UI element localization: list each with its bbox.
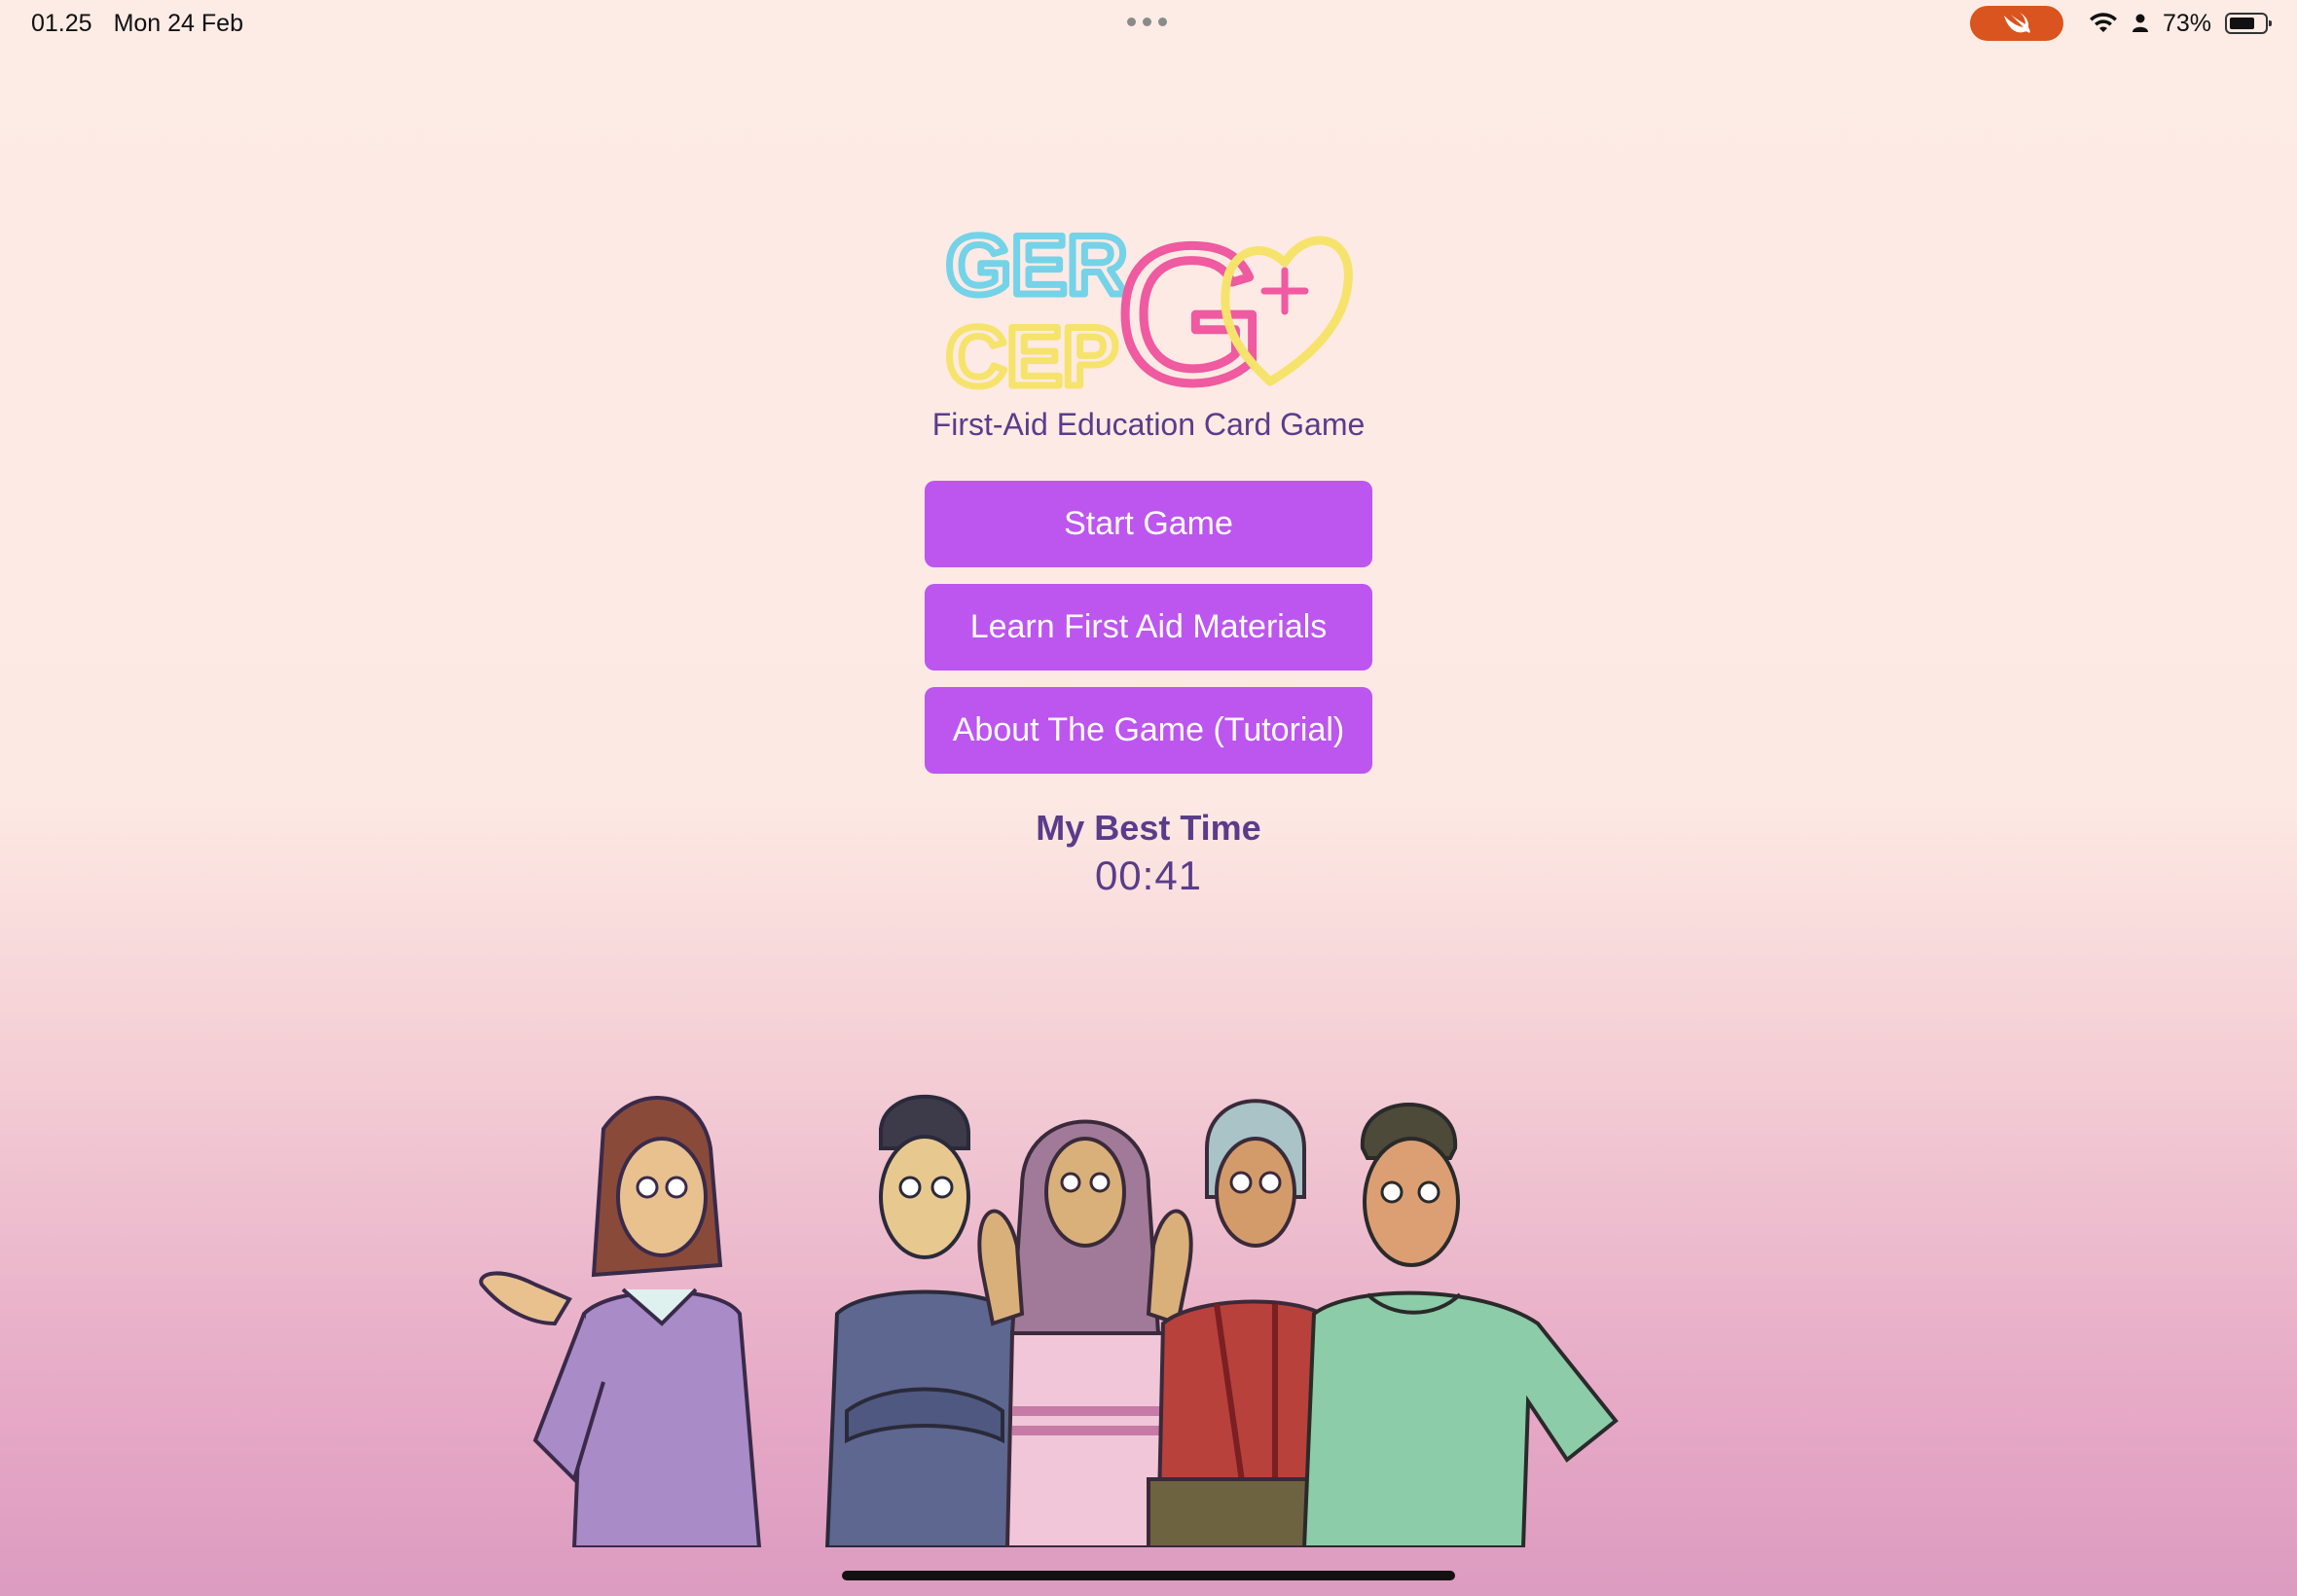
home-indicator[interactable] xyxy=(842,1571,1455,1580)
characters-illustration xyxy=(479,1094,1619,1547)
logo-line2: CEP xyxy=(946,310,1118,399)
character-woman-purple xyxy=(479,1095,762,1547)
status-time: 01.25 xyxy=(31,10,92,37)
swift-icon xyxy=(2003,13,2030,33)
battery-icon xyxy=(2225,13,2272,34)
battery-percent: 73% xyxy=(2162,9,2211,37)
learn-first-aid-button[interactable]: Learn First Aid Materials xyxy=(925,584,1372,671)
main-menu: Start Game Learn First Aid Materials Abo… xyxy=(925,481,1372,790)
swift-recording-pill[interactable] xyxy=(1969,6,2063,41)
logo-line1: GER xyxy=(946,219,1127,312)
best-time-label: My Best Time xyxy=(1036,808,1261,848)
best-time-value: 00:41 xyxy=(1094,852,1203,898)
start-game-button[interactable]: Start Game xyxy=(925,481,1372,567)
subtitle: First-Aid Education Card Game xyxy=(931,407,1366,442)
status-right: 73% xyxy=(1969,6,2272,41)
status-left: 01.25 Mon 24 Feb xyxy=(31,10,243,38)
battery-fill xyxy=(2230,18,2254,29)
logo-big-letter: G xyxy=(1115,214,1267,399)
wifi-icon xyxy=(2089,13,2117,32)
multitasking-dots[interactable] xyxy=(1127,18,1167,26)
person-icon xyxy=(2132,14,2148,32)
character-man-green xyxy=(1301,1103,1619,1547)
dot xyxy=(1127,18,1136,26)
dot xyxy=(1143,18,1151,26)
status-date: Mon 24 Feb xyxy=(113,10,243,37)
gercepgo-logo: GER CEP G xyxy=(944,214,1353,399)
about-game-tutorial-button[interactable]: About The Game (Tutorial) xyxy=(925,687,1372,774)
dot xyxy=(1158,18,1167,26)
status-bar: 01.25 Mon 24 Feb 73% xyxy=(0,0,2297,49)
